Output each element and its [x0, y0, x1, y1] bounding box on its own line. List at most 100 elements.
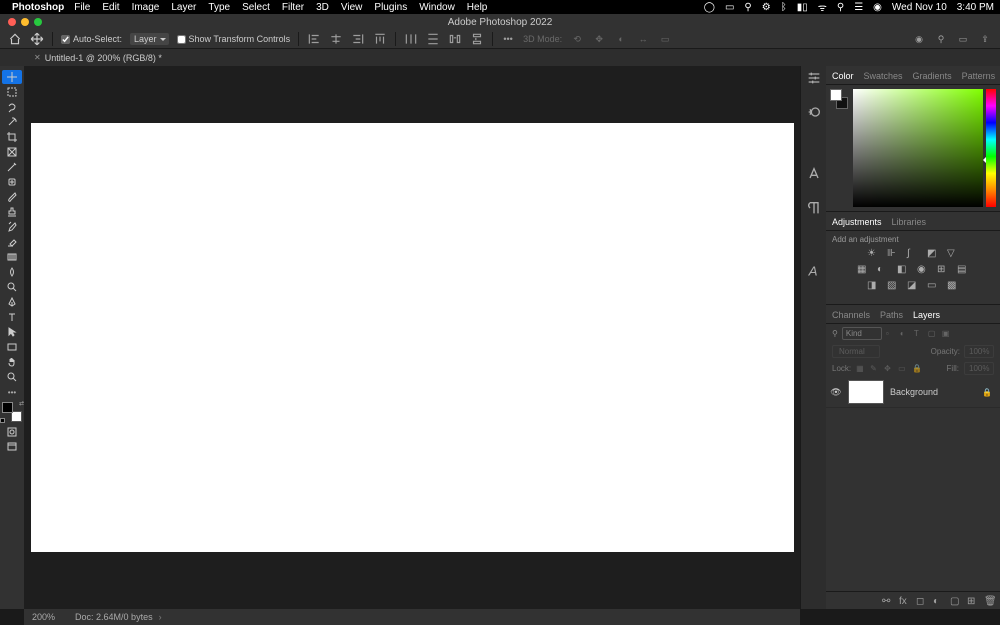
distribute-v-icon[interactable] — [426, 32, 440, 46]
maximize-window-button[interactable] — [34, 18, 42, 26]
saturation-picker[interactable] — [853, 89, 983, 207]
auto-select-group[interactable]: Auto-Select: — [61, 34, 122, 44]
menu-window[interactable]: Window — [419, 2, 455, 13]
tab-libraries[interactable]: Libraries — [892, 214, 927, 230]
history-icon[interactable] — [806, 104, 822, 120]
move-tool-icon[interactable] — [30, 32, 44, 46]
crop-tool[interactable] — [2, 130, 22, 144]
doc-info[interactable]: Doc: 2.64M/0 bytes› — [75, 612, 162, 622]
layer-name-label[interactable]: Background — [890, 387, 976, 397]
default-colors-icon[interactable] — [0, 418, 5, 423]
eraser-tool[interactable] — [2, 235, 22, 249]
menu-file[interactable]: File — [74, 2, 90, 13]
distribute-h-icon[interactable] — [404, 32, 418, 46]
frame-tool[interactable] — [2, 145, 22, 159]
auto-select-dropdown[interactable]: Layer — [130, 33, 169, 45]
minimize-window-button[interactable] — [21, 18, 29, 26]
record-icon[interactable]: ◯ — [704, 2, 715, 13]
path-select-tool[interactable] — [2, 325, 22, 339]
posterize-icon[interactable]: ▨ — [887, 280, 899, 292]
align-left-icon[interactable] — [307, 32, 321, 46]
tab-color[interactable]: Color — [832, 68, 854, 84]
close-tab-icon[interactable]: ✕ — [34, 53, 41, 62]
mask-icon[interactable]: ◻ — [916, 596, 926, 606]
layer-filter-kind[interactable]: Kind — [842, 327, 882, 340]
vibrance-icon[interactable]: ▽ — [947, 248, 959, 260]
history-brush-tool[interactable] — [2, 220, 22, 234]
hand-tool[interactable] — [2, 355, 22, 369]
lock-artboard-icon[interactable]: ▭ — [898, 364, 907, 373]
share-icon[interactable]: ⇪ — [978, 32, 992, 46]
layer-lock-icon[interactable]: 🔒 — [982, 388, 992, 397]
canvas-area[interactable] — [24, 66, 800, 609]
dodge-tool[interactable] — [2, 280, 22, 294]
battery-icon[interactable]: ▮▯ — [797, 2, 808, 13]
align-center-h-icon[interactable] — [329, 32, 343, 46]
wand-tool[interactable] — [2, 115, 22, 129]
channel-mixer-icon[interactable]: ⊞ — [937, 264, 949, 276]
lock-position-icon[interactable]: ✥ — [884, 364, 893, 373]
shape-tool[interactable] — [2, 340, 22, 354]
layer-item[interactable]: 👁 Background 🔒 — [826, 377, 1000, 408]
menu-help[interactable]: Help — [467, 2, 488, 13]
color-fgbg-swatch[interactable] — [830, 89, 850, 207]
link-layers-icon[interactable]: ⚯ — [882, 596, 892, 606]
user-icon[interactable]: ◉ — [873, 2, 882, 13]
menu-type[interactable]: Type — [208, 2, 230, 13]
tab-gradients[interactable]: Gradients — [913, 68, 952, 84]
paragraph-icon[interactable] — [806, 200, 822, 216]
lock-all-icon[interactable]: 🔒 — [912, 364, 921, 373]
photo-filter-icon[interactable]: ◉ — [917, 264, 929, 276]
search-icon[interactable]: ⚲ — [837, 2, 844, 13]
visibility-icon[interactable]: 👁 — [830, 387, 842, 398]
panel-fg-swatch[interactable] — [830, 89, 842, 101]
filter-smart-icon[interactable]: ▣ — [942, 329, 952, 339]
threshold-icon[interactable]: ◪ — [907, 280, 919, 292]
properties-icon[interactable] — [806, 70, 822, 86]
fill-field[interactable]: 100% — [964, 362, 994, 375]
search-bar-icon[interactable]: ◉ — [912, 32, 926, 46]
color-balance-icon[interactable]: ◐ — [877, 264, 889, 276]
spotlight-icon[interactable]: ⚲ — [744, 2, 751, 13]
workspace-icon[interactable]: ▭ — [956, 32, 970, 46]
layer-thumbnail[interactable] — [848, 380, 884, 404]
menu-edit[interactable]: Edit — [102, 2, 119, 13]
menu-view[interactable]: View — [341, 2, 363, 13]
blur-tool[interactable] — [2, 265, 22, 279]
tab-adjustments[interactable]: Adjustments — [832, 214, 882, 230]
hue-sat-icon[interactable]: ▦ — [857, 264, 869, 276]
lock-image-icon[interactable]: ✎ — [870, 364, 879, 373]
pen-tool[interactable] — [2, 295, 22, 309]
fx-icon[interactable]: fx — [899, 596, 909, 606]
character-icon[interactable] — [806, 166, 822, 182]
marquee-tool[interactable] — [2, 85, 22, 99]
glyphs-icon[interactable]: A — [806, 262, 822, 278]
app-name[interactable]: Photoshop — [12, 2, 64, 13]
group-icon[interactable]: ▢ — [950, 596, 960, 606]
lock-transparency-icon[interactable]: ▦ — [856, 364, 865, 373]
filter-pixel-icon[interactable]: ▫ — [886, 329, 896, 339]
opacity-field[interactable]: 100% — [964, 345, 994, 358]
filter-adjust-icon[interactable]: ◐ — [900, 329, 910, 339]
foreground-background-color[interactable]: ⇄ — [2, 402, 22, 422]
canvas[interactable] — [31, 123, 794, 552]
fill-adjust-icon[interactable]: ◐ — [933, 596, 943, 606]
wifi-icon[interactable]: ᯤ — [818, 0, 827, 14]
tab-swatches[interactable]: Swatches — [864, 68, 903, 84]
control-center-icon[interactable]: ☰ — [854, 2, 863, 13]
brightness-icon[interactable]: ☀ — [867, 248, 879, 260]
auto-select-checkbox[interactable] — [61, 35, 70, 44]
align-top-icon[interactable] — [373, 32, 387, 46]
tab-paths[interactable]: Paths — [880, 307, 903, 323]
menu-plugins[interactable]: Plugins — [374, 2, 407, 13]
tab-channels[interactable]: Channels — [832, 307, 870, 323]
menu-layer[interactable]: Layer — [171, 2, 196, 13]
more-options-icon[interactable]: ••• — [501, 32, 515, 46]
date-text[interactable]: Wed Nov 10 — [892, 2, 947, 13]
bw-icon[interactable]: ◧ — [897, 264, 909, 276]
distribute-spacing-h-icon[interactable] — [448, 32, 462, 46]
foreground-color-swatch[interactable] — [2, 402, 13, 413]
zoom-tool[interactable] — [2, 370, 22, 384]
menu-image[interactable]: Image — [132, 2, 160, 13]
edit-toolbar-icon[interactable]: ••• — [2, 387, 22, 397]
